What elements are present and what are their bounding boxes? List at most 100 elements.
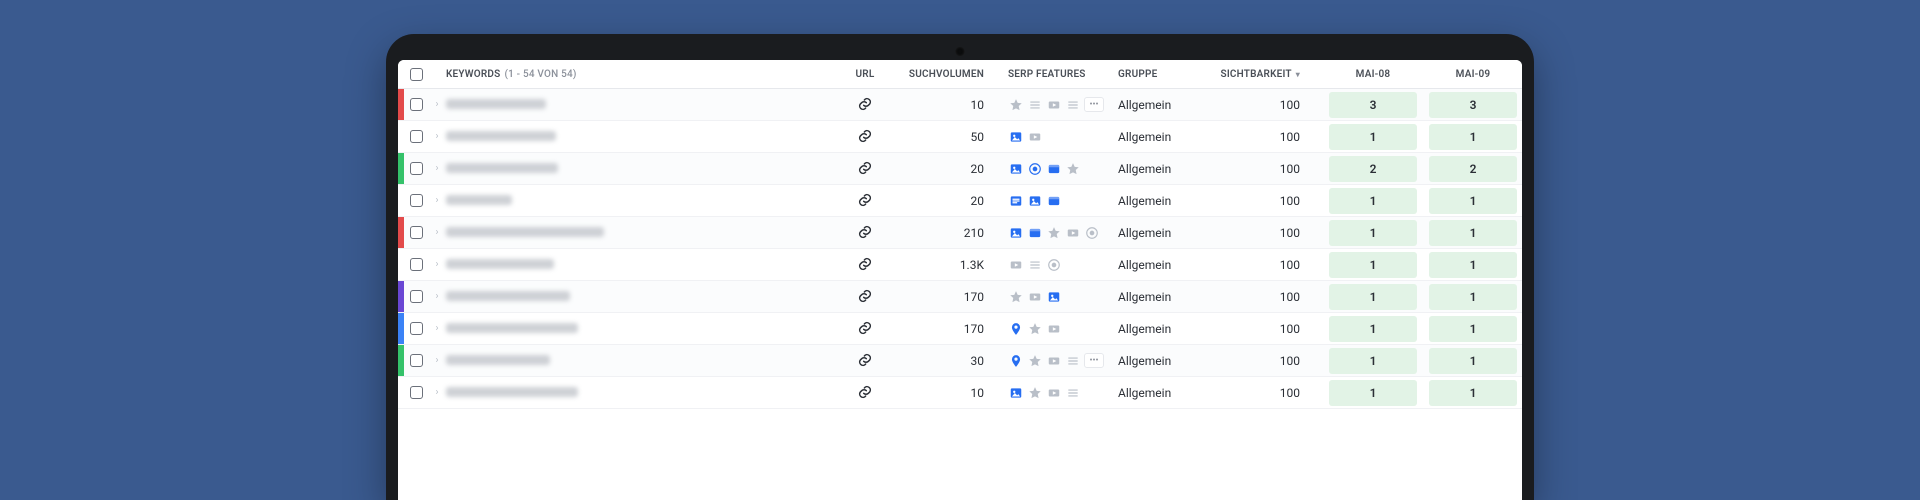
- url-link-icon[interactable]: [855, 254, 875, 274]
- serp-features: [1008, 193, 1118, 208]
- search-volume-value: 20: [892, 194, 1008, 208]
- star-icon: [1008, 289, 1023, 304]
- serp-features: [1008, 385, 1118, 400]
- search-volume-value: 20: [892, 162, 1008, 176]
- row-checkbox[interactable]: [410, 322, 423, 335]
- visibility-value: 100: [1200, 98, 1324, 112]
- row-expand-caret[interactable]: ›: [428, 323, 446, 334]
- table-row[interactable]: › 1.3K Allgemein 100 1 1: [398, 249, 1522, 281]
- table-row[interactable]: › 30 ••• Allgemein 100 1 1: [398, 345, 1522, 377]
- star-icon: [1027, 321, 1042, 336]
- table-row[interactable]: › 10 ••• Allgemein 100 3 3: [398, 89, 1522, 121]
- table-row[interactable]: › 50 Allgemein 100 1 1: [398, 121, 1522, 153]
- star-icon: [1046, 225, 1061, 240]
- column-header-url[interactable]: URL: [838, 69, 892, 80]
- serp-features: [1008, 257, 1118, 272]
- local-icon: [1008, 321, 1023, 336]
- visibility-value: 100: [1200, 130, 1324, 144]
- keyword-text-blurred: [446, 99, 546, 109]
- table-row[interactable]: › 170 Allgemein 100 1 1: [398, 313, 1522, 345]
- row-expand-caret[interactable]: ›: [428, 291, 446, 302]
- more-icon[interactable]: •••: [1084, 353, 1104, 368]
- url-link-icon[interactable]: [855, 222, 875, 242]
- row-expand-caret[interactable]: ›: [428, 99, 446, 110]
- url-link-icon[interactable]: [855, 318, 875, 338]
- search-volume-value: 10: [892, 386, 1008, 400]
- url-link-icon[interactable]: [855, 350, 875, 370]
- rank-a-value: 1: [1329, 348, 1417, 374]
- url-link-icon[interactable]: [855, 158, 875, 178]
- video-icon: [1046, 97, 1061, 112]
- select-all-checkbox[interactable]: [410, 68, 423, 81]
- camera-notch: [956, 47, 965, 56]
- row-checkbox[interactable]: [410, 130, 423, 143]
- row-checkbox[interactable]: [410, 386, 423, 399]
- serp-features: •••: [1008, 97, 1118, 112]
- keyword-text-blurred: [446, 131, 556, 141]
- featured-icon: [1008, 193, 1023, 208]
- search-volume-value: 50: [892, 130, 1008, 144]
- url-link-icon[interactable]: [855, 190, 875, 210]
- url-link-icon[interactable]: [855, 286, 875, 306]
- group-value: Allgemein: [1118, 354, 1200, 368]
- row-checkbox[interactable]: [410, 258, 423, 271]
- row-checkbox[interactable]: [410, 226, 423, 239]
- column-header-rank-a[interactable]: MAI-08: [1324, 69, 1422, 80]
- table-row[interactable]: › 20 Allgemein 100 2 2: [398, 153, 1522, 185]
- row-checkbox[interactable]: [410, 162, 423, 175]
- rank-a-value: 3: [1329, 92, 1417, 118]
- row-expand-caret[interactable]: ›: [428, 387, 446, 398]
- column-header-keywords[interactable]: KEYWORDS (1 - 54 VON 54): [446, 69, 838, 80]
- row-checkbox[interactable]: [410, 194, 423, 207]
- target-icon: [1046, 257, 1061, 272]
- more-icon[interactable]: •••: [1084, 97, 1104, 112]
- table-row[interactable]: › 210 Allgemein 100 1 1: [398, 217, 1522, 249]
- table-row[interactable]: › 10 Allgemein 100 1 1: [398, 377, 1522, 409]
- list-icon: [1065, 353, 1080, 368]
- local-icon: [1008, 353, 1023, 368]
- column-header-volume[interactable]: SUCHVOLUMEN: [892, 69, 1008, 80]
- group-value: Allgemein: [1118, 322, 1200, 336]
- video-icon: [1046, 321, 1061, 336]
- row-expand-caret[interactable]: ›: [428, 163, 446, 174]
- row-expand-caret[interactable]: ›: [428, 355, 446, 366]
- search-volume-value: 170: [892, 290, 1008, 304]
- video-icon: [1027, 129, 1042, 144]
- column-header-visibility[interactable]: SICHTBARKEIT ▾: [1200, 69, 1324, 80]
- column-header-keywords-range: (1 - 54 VON 54): [504, 69, 576, 80]
- column-header-rank-b[interactable]: MAI-09: [1424, 69, 1522, 80]
- url-link-icon[interactable]: [855, 382, 875, 402]
- search-volume-value: 1.3K: [892, 258, 1008, 272]
- keyword-text-blurred: [446, 195, 512, 205]
- image-icon: [1046, 289, 1061, 304]
- serp-features: [1008, 225, 1118, 240]
- table-row[interactable]: › 170 Allgemein 100 1 1: [398, 281, 1522, 313]
- column-header-features[interactable]: SERP FEATURES: [1008, 69, 1118, 80]
- visibility-value: 100: [1200, 354, 1324, 368]
- rank-b-value: 1: [1429, 284, 1517, 310]
- video-icon: [1046, 353, 1061, 368]
- column-header-group[interactable]: GRUPPE: [1118, 69, 1200, 80]
- image-icon: [1008, 129, 1023, 144]
- target-icon: [1084, 225, 1099, 240]
- search-volume-value: 10: [892, 98, 1008, 112]
- row-expand-caret[interactable]: ›: [428, 195, 446, 206]
- rank-b-value: 1: [1429, 348, 1517, 374]
- star-icon: [1027, 353, 1042, 368]
- url-link-icon[interactable]: [855, 94, 875, 114]
- url-link-icon[interactable]: [855, 126, 875, 146]
- row-checkbox[interactable]: [410, 290, 423, 303]
- row-checkbox[interactable]: [410, 98, 423, 111]
- row-expand-caret[interactable]: ›: [428, 131, 446, 142]
- row-checkbox[interactable]: [410, 354, 423, 367]
- group-value: Allgemein: [1118, 386, 1200, 400]
- keyword-text-blurred: [446, 227, 604, 237]
- rank-b-value: 1: [1429, 316, 1517, 342]
- rank-a-value: 1: [1329, 380, 1417, 406]
- visibility-value: 100: [1200, 162, 1324, 176]
- row-expand-caret[interactable]: ›: [428, 259, 446, 270]
- group-value: Allgemein: [1118, 162, 1200, 176]
- target-icon: [1027, 161, 1042, 176]
- table-row[interactable]: › 20 Allgemein 100 1 1: [398, 185, 1522, 217]
- row-expand-caret[interactable]: ›: [428, 227, 446, 238]
